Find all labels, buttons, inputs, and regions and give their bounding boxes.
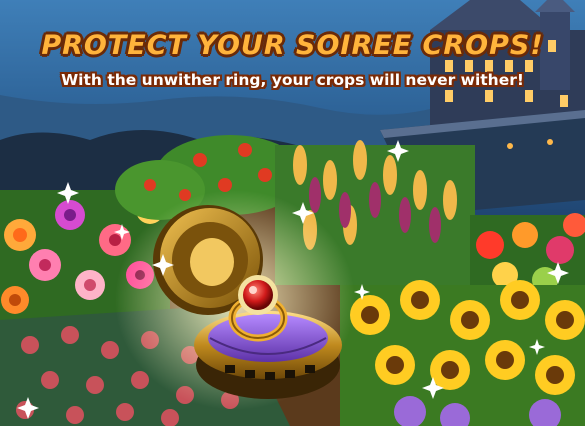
farm-scene-art xyxy=(0,0,585,426)
promo-banner: PROTECT YOUR SOIREE CROPS! With the unwi… xyxy=(0,0,585,426)
banner-headline: PROTECT YOUR SOIREE CROPS! xyxy=(41,30,544,61)
sunflower-patch xyxy=(340,280,585,426)
banner-subline: With the unwither ring, your crops will … xyxy=(61,71,524,89)
